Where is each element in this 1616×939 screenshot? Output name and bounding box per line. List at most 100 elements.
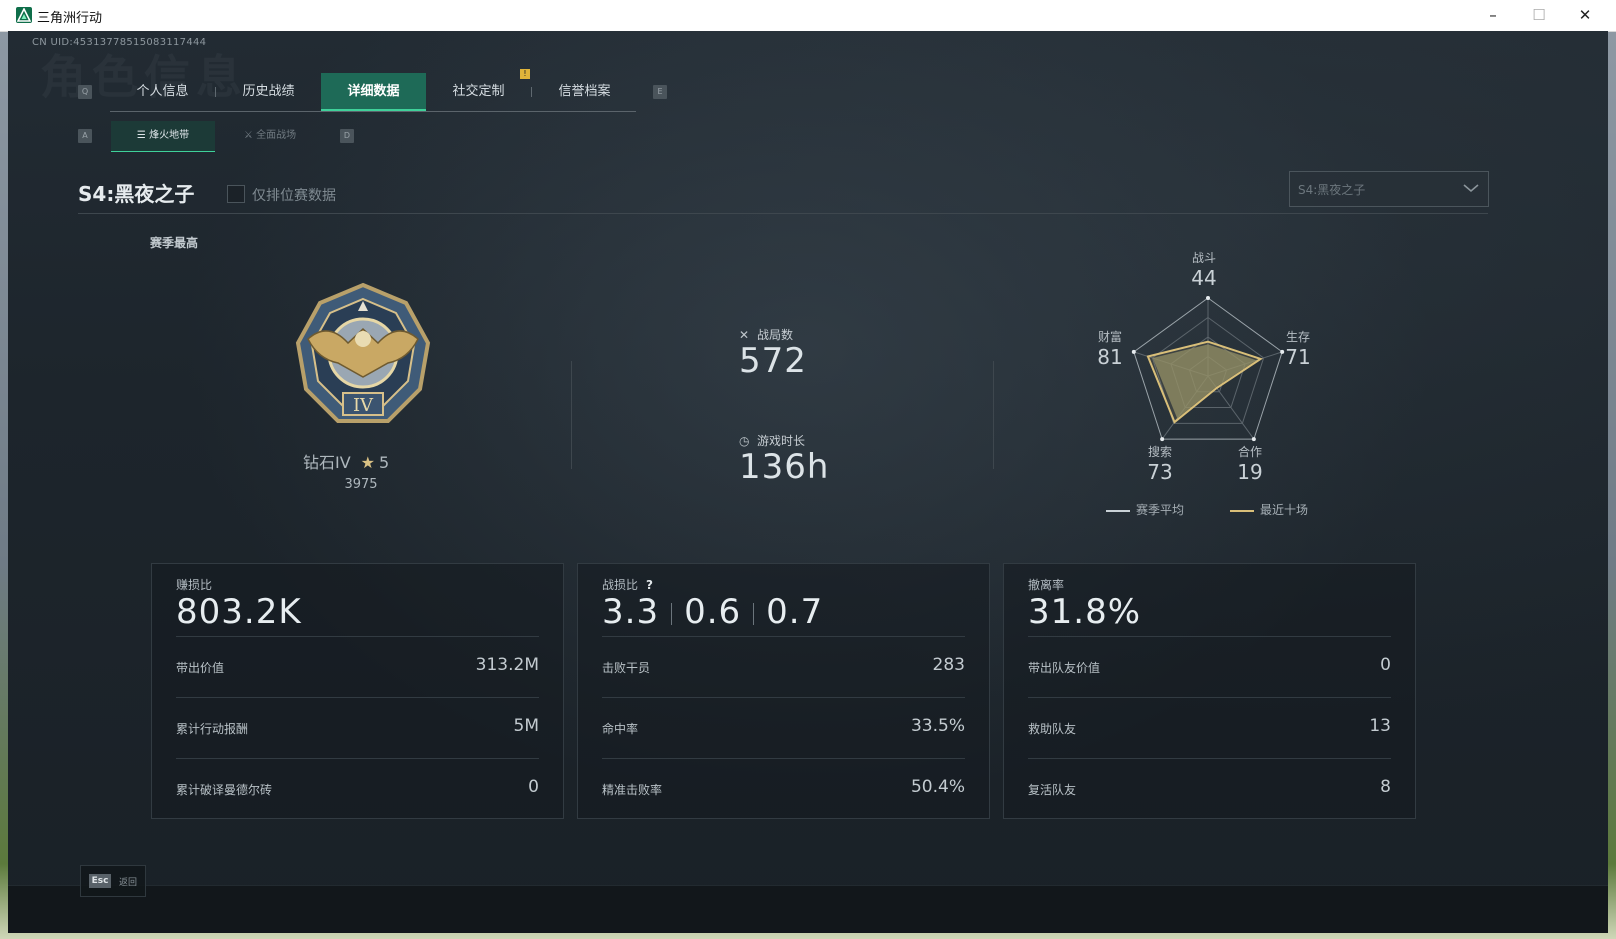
legend-season-average: 赛季平均 bbox=[1106, 501, 1184, 518]
radar-label-cooperation: 合作 bbox=[1237, 445, 1262, 459]
stat-row: 击败干员 283 bbox=[602, 636, 965, 697]
main-panel: 角色信息 CN UID:453137785150831174​44 Q 个人信息… bbox=[8, 31, 1608, 933]
season-select[interactable]: S4:黑夜之子 bbox=[1289, 171, 1489, 207]
ranked-only-checkbox[interactable] bbox=[227, 185, 245, 203]
radar-value-search: 73 bbox=[1147, 460, 1173, 484]
flame-icon: ☰ bbox=[136, 130, 150, 141]
legend-recent-ten: 最近十场 bbox=[1230, 501, 1308, 518]
matches-value: 572 bbox=[739, 341, 807, 381]
stat-row: 救助队友 13 bbox=[1028, 697, 1391, 758]
profit-label: 赚损比 bbox=[176, 578, 213, 592]
minimize-button[interactable]: – bbox=[1470, 0, 1516, 31]
legend-line bbox=[1230, 509, 1254, 512]
ranked-only-label: 仅排位赛数据 bbox=[252, 188, 336, 204]
season-best-label: 赛季最高 bbox=[150, 236, 199, 250]
kd-value-1: 3.3 bbox=[602, 592, 660, 632]
stat-key: 命中率 bbox=[602, 722, 639, 736]
playtime-label-text: 游戏时长 bbox=[757, 434, 806, 448]
main-tabs: 个人信息 历史战绩 详细数据 社交定制 信誉档案 bbox=[110, 73, 636, 112]
window-title: 三角洲行动 bbox=[37, 10, 103, 25]
back-label: 返回 bbox=[119, 878, 138, 888]
maximize-button[interactable]: ☐ bbox=[1516, 0, 1562, 31]
rank-stars: 5 bbox=[379, 453, 390, 472]
section-divider bbox=[993, 361, 994, 469]
next-subtab-key-hint[interactable]: D bbox=[340, 129, 354, 143]
window-titlebar: 三角洲行动 – ☐ ✕ bbox=[0, 0, 1616, 32]
subtab-label: 烽火地带 bbox=[149, 130, 190, 141]
stat-key: 带出队友价值 bbox=[1028, 661, 1101, 675]
close-button[interactable]: ✕ bbox=[1562, 0, 1608, 31]
section-divider bbox=[571, 361, 572, 469]
help-icon[interactable]: ? bbox=[646, 578, 653, 592]
legend-label: 最近十场 bbox=[1260, 503, 1309, 517]
tab-personal-info[interactable]: 个人信息 bbox=[110, 73, 215, 111]
prev-subtab-key-hint[interactable]: A bbox=[78, 129, 92, 143]
extract-label: 撤离率 bbox=[1028, 578, 1065, 592]
rank-badge-icon: IV bbox=[288, 281, 438, 435]
radar-label-wealth: 财富 bbox=[1097, 330, 1122, 344]
matches-label-text: 战局数 bbox=[757, 328, 794, 342]
stat-row: 命中率 33.5% bbox=[602, 697, 965, 758]
legend-label: 赛季平均 bbox=[1136, 503, 1185, 517]
extract-card: 撤离率 31.8% 带出队友价值 0 救助队友 13 复活队友 8 bbox=[1003, 563, 1416, 819]
kd-value-3: 0.7 bbox=[766, 592, 824, 632]
stat-value: 5M bbox=[513, 716, 539, 736]
rank-line: 钻石IV ★ 5 bbox=[303, 449, 423, 473]
back-button[interactable]: Esc 返回 bbox=[80, 865, 146, 897]
radar-label-survival: 生存 bbox=[1285, 330, 1310, 344]
stat-key: 带出价值 bbox=[176, 661, 225, 675]
stat-key: 累计破译曼德尔砖 bbox=[176, 783, 273, 797]
tab-social[interactable]: 社交定制 bbox=[426, 73, 531, 111]
stat-key: 累计行动报酬 bbox=[176, 722, 249, 736]
tab-detailed-data[interactable]: 详细数据 bbox=[321, 73, 426, 111]
stat-key: 击败干员 bbox=[602, 661, 651, 675]
stat-value: 313.2M bbox=[475, 655, 539, 675]
stat-value: 50.4% bbox=[910, 777, 965, 797]
battlefield-icon: ⚔ bbox=[243, 130, 257, 141]
subtab-full-battlefield[interactable]: ⚔ 全面战场 bbox=[218, 121, 322, 151]
stat-value: 33.5% bbox=[910, 716, 965, 736]
stat-row: 带出价值 313.2M bbox=[176, 636, 539, 697]
extract-value: 31.8% bbox=[1028, 592, 1142, 632]
rank-score: 3975 bbox=[344, 477, 378, 492]
stat-key: 复活队友 bbox=[1028, 783, 1077, 797]
radar-value-combat: 44 bbox=[1191, 266, 1217, 290]
kd-separator bbox=[671, 602, 673, 625]
kd-card: 战损比? 3.3 0.6 0.7 击败干员 283 命中率 33.5% 精准击败率 50.… bbox=[577, 563, 990, 819]
radar-label-search: 搜索 bbox=[1147, 445, 1172, 459]
stat-value: 13 bbox=[1369, 716, 1391, 736]
kd-label: 战损比? bbox=[602, 576, 653, 593]
tab-reputation[interactable]: 信誉档案 bbox=[532, 73, 637, 111]
badge-numeral: IV bbox=[353, 395, 374, 416]
player-uid: CN UID:453137785150831174​44 bbox=[32, 37, 207, 48]
next-tab-key-hint[interactable]: E bbox=[653, 85, 667, 99]
profit-value: 803.2K bbox=[176, 592, 302, 632]
kd-value-2: 0.6 bbox=[684, 592, 742, 632]
radar-axis-point bbox=[1206, 296, 1210, 300]
kd-values: 3.3 0.6 0.7 bbox=[602, 592, 823, 632]
bottom-bar bbox=[8, 885, 1608, 933]
star-icon: ★ bbox=[360, 453, 376, 472]
stat-row: 累计破译曼德尔砖 0 bbox=[176, 758, 539, 819]
stat-row: 累计行动报酬 5M bbox=[176, 697, 539, 758]
stopwatch-icon: ◷ bbox=[739, 434, 750, 448]
rank-name: 钻石IV bbox=[303, 453, 351, 472]
stat-key: 精准击败率 bbox=[602, 783, 663, 797]
tab-history[interactable]: 历史战绩 bbox=[216, 73, 321, 111]
profit-card: 赚损比 803.2K 带出价值 313.2M 累计行动报酬 5M 累计破译曼德尔砖 0 bbox=[151, 563, 564, 819]
radar-value-cooperation: 19 bbox=[1237, 460, 1263, 484]
radar-recent-shape bbox=[1146, 340, 1263, 424]
playtime-value: 136h bbox=[739, 447, 830, 487]
subtab-label: 全面战场 bbox=[256, 130, 297, 141]
app-logo-icon bbox=[16, 7, 32, 23]
stat-value: 8 bbox=[1380, 777, 1391, 797]
kd-label-text: 战损比 bbox=[602, 578, 639, 592]
prev-tab-key-hint[interactable]: Q bbox=[78, 85, 92, 99]
radar-axis-point bbox=[1251, 437, 1256, 442]
stat-value: 0 bbox=[528, 777, 539, 797]
subtab-haven-zone[interactable]: ☰ 烽火地带 bbox=[111, 121, 215, 152]
radar-axis-point bbox=[1160, 437, 1165, 442]
stat-value: 0 bbox=[1380, 655, 1391, 675]
chevron-down-icon bbox=[1463, 184, 1479, 193]
season-select-value: S4:黑夜之子 bbox=[1298, 183, 1366, 197]
